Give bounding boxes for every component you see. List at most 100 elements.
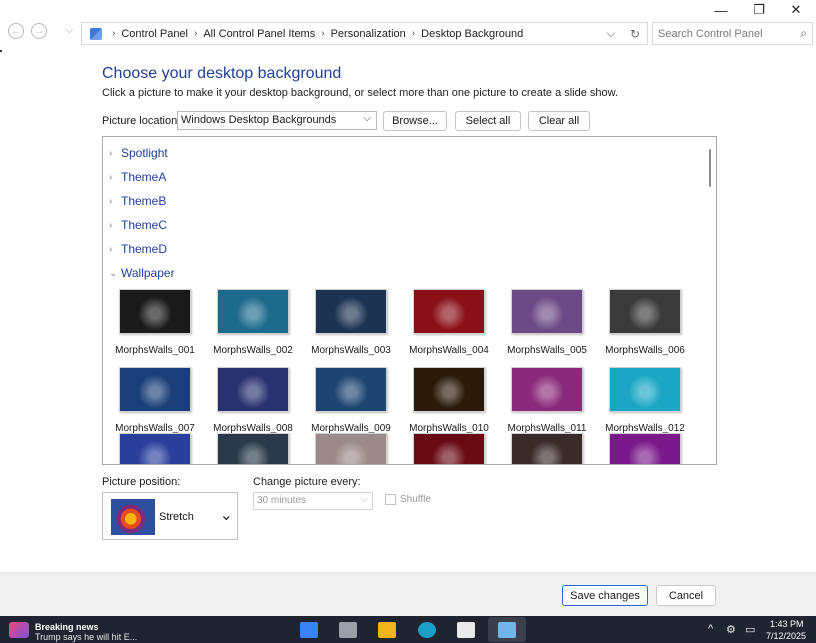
file-explorer-icon[interactable] [378,622,396,638]
breadcrumb-desktop-background[interactable]: Desktop Background [421,28,523,40]
change-interval-value: 30 minutes [257,495,306,506]
wallpaper-image[interactable] [511,433,583,464]
back-button[interactable]: ← [8,23,24,39]
gallery-group-label: ThemeB [121,194,167,208]
wallpaper-image[interactable] [217,433,289,464]
wallpaper-image[interactable] [413,433,485,464]
close-button[interactable]: ✕ [777,0,815,20]
wallpaper-image[interactable] [315,433,387,464]
gallery-group[interactable]: › Spotlight [109,143,168,163]
picture-location-select[interactable]: Windows Desktop Backgrounds ⌵ [177,111,377,130]
wallpaper-image[interactable] [413,367,485,412]
recent-locations-dropdown[interactable]: ⌵ [66,25,73,36]
gallery-group[interactable]: › ThemeB [109,191,166,211]
browse-button[interactable]: Browse... [383,111,447,131]
wallpaper-label: MorphsWalls_002 [213,345,293,356]
wallpaper-thumbnail[interactable]: MorphsWalls_008 [207,367,299,434]
wallpaper-image[interactable] [609,289,681,334]
clock-date[interactable]: 7/12/2025 [766,631,806,641]
maximize-button[interactable]: ❐ [740,0,778,20]
taskbar: Breaking news Trump says he will hit E..… [0,616,816,643]
breadcrumb-personalization[interactable]: Personalization [331,28,406,40]
news-widget-icon[interactable] [9,622,29,638]
chevron-down-icon: ⌵ [363,113,371,124]
address-dropdown-icon[interactable]: ⌵ [599,26,623,41]
edge-browser-icon[interactable] [418,622,436,638]
wallpaper-image[interactable] [119,367,191,412]
task-view-icon[interactable] [339,622,357,638]
wallpaper-thumbnail[interactable]: MorphsWalls_003 [305,289,397,356]
address-bar[interactable]: › Control Panel › All Control Panel Item… [81,22,648,45]
refresh-icon[interactable]: ↻ [623,27,647,41]
start-icon[interactable] [300,622,318,638]
wallpaper-label: MorphsWalls_006 [605,345,685,356]
clear-all-button[interactable]: Clear all [528,111,590,131]
wallpaper-thumbnail[interactable] [305,433,397,464]
search-icon[interactable]: ⌕ [800,26,807,41]
shuffle-checkbox[interactable]: Shuffle [385,494,431,505]
wallpaper-image[interactable] [315,289,387,334]
breadcrumb-separator[interactable]: › [412,28,415,39]
store-icon[interactable] [457,622,475,638]
wallpaper-image[interactable] [609,367,681,412]
scrollbar-thumb[interactable] [709,149,711,187]
cancel-button[interactable]: Cancel [656,585,716,606]
minimize-button[interactable]: — [702,0,740,20]
wallpaper-thumbnail[interactable] [207,433,299,464]
wallpaper-thumbnail[interactable]: MorphsWalls_010 [403,367,495,434]
wallpaper-thumbnail[interactable] [599,433,691,464]
wallpaper-thumbnail[interactable]: MorphsWalls_005 [501,289,593,356]
gallery-group[interactable]: › ThemeC [109,215,167,235]
gallery-scrollbar[interactable] [704,137,716,464]
wallpaper-image[interactable] [217,289,289,334]
wallpaper-thumbnail[interactable]: MorphsWalls_009 [305,367,397,434]
wallpaper-label: MorphsWalls_004 [409,345,489,356]
change-interval-select[interactable]: 30 minutes ⌵ [253,492,373,510]
chevron-right-icon: › [109,147,113,159]
display-icon[interactable]: ▭ [745,623,755,636]
clock-time[interactable]: 1:43 PM [770,619,804,629]
wallpaper-thumbnail[interactable] [109,433,201,464]
gallery-group[interactable]: › ThemeD [109,239,167,259]
gallery-group-label: ThemeA [121,170,167,184]
breadcrumb-control-panel[interactable]: Control Panel [121,28,188,40]
gallery-group[interactable]: › ThemeA [109,167,166,187]
control-panel-icon [90,27,102,40]
picture-gallery[interactable]: › Spotlight › ThemeA › ThemeB › ThemeC › ThemeD ⌄ W… [102,136,717,465]
breadcrumb-all-items[interactable]: All Control Panel Items [203,28,315,40]
wallpaper-thumbnail[interactable] [501,433,593,464]
breadcrumb-separator[interactable]: › [321,28,324,39]
wallpaper-thumbnail[interactable] [403,433,495,464]
forward-button[interactable]: → [31,23,47,39]
search-input[interactable]: Search Control Panel ⌕ [652,22,813,45]
wallpaper-image[interactable] [609,433,681,464]
select-all-button[interactable]: Select all [455,111,521,131]
tray-overflow-icon[interactable]: ^ [708,623,713,635]
gallery-group[interactable]: ⌄ Wallpaper [109,263,175,283]
wallpaper-image[interactable] [511,289,583,334]
wallpaper-thumbnail[interactable]: MorphsWalls_006 [599,289,691,356]
wallpaper-thumbnail[interactable]: MorphsWalls_011 [501,367,593,434]
wallpaper-image[interactable] [119,433,191,464]
picture-position-select[interactable]: Stretch ⌄ [102,492,238,540]
wallpaper-image[interactable] [413,289,485,334]
wallpaper-image[interactable] [511,367,583,412]
control-panel-taskbar-icon[interactable] [498,622,516,638]
breadcrumb-separator[interactable]: › [194,28,197,39]
gallery-group-label: Wallpaper [121,266,175,280]
wallpaper-thumbnail[interactable]: MorphsWalls_004 [403,289,495,356]
news-headline-title[interactable]: Breaking news [35,622,99,632]
wallpaper-image[interactable] [315,367,387,412]
wallpaper-thumbnail[interactable]: MorphsWalls_007 [109,367,201,434]
wallpaper-thumbnail[interactable]: MorphsWalls_002 [207,289,299,356]
wallpaper-label: MorphsWalls_003 [311,345,391,356]
wallpaper-image[interactable] [119,289,191,334]
wallpaper-image[interactable] [217,367,289,412]
save-changes-button[interactable]: Save changes [562,585,648,606]
network-icon[interactable]: ⚙ [726,623,736,636]
wallpaper-thumbnail[interactable]: MorphsWalls_012 [599,367,691,434]
chevron-down-icon: ⌄ [109,267,118,279]
wallpaper-thumbnail[interactable]: MorphsWalls_001 [109,289,201,356]
news-headline-text[interactable]: Trump says he will hit E... [35,632,137,642]
breadcrumb-separator[interactable]: › [112,28,115,39]
